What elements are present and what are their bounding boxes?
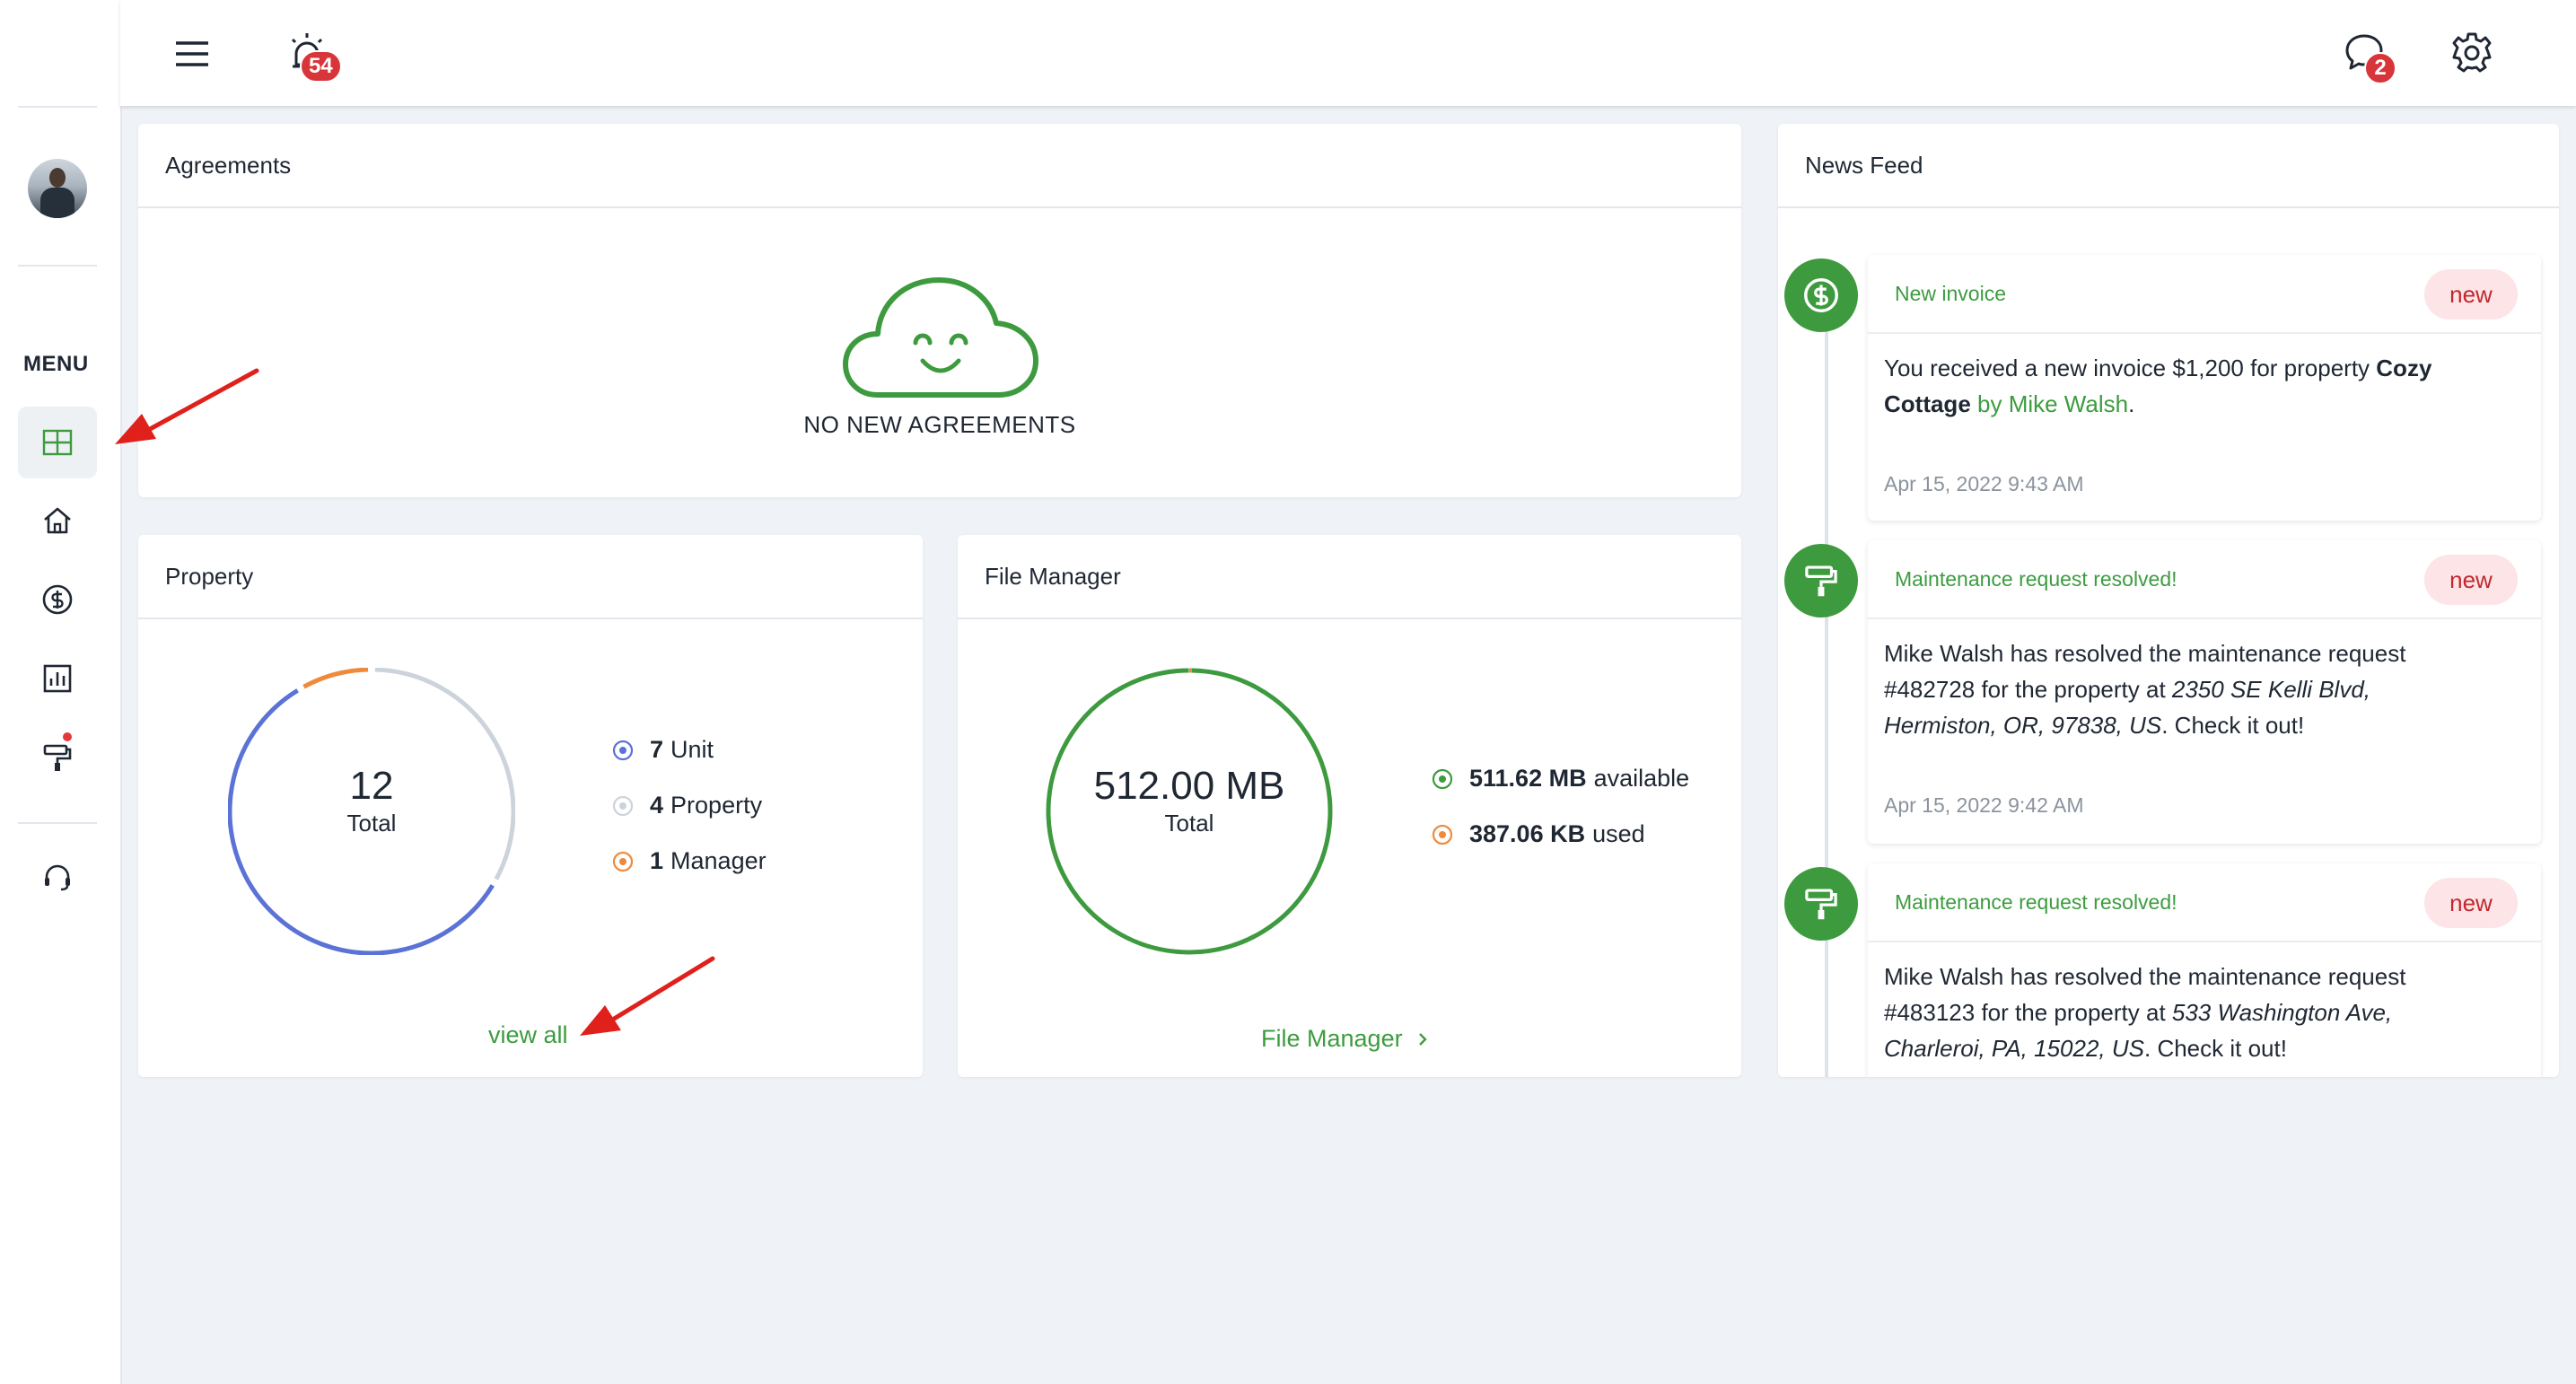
sidebar-item-maintenance[interactable] [18, 722, 97, 793]
dashboard-icon [42, 429, 73, 456]
gear-icon [2452, 32, 2492, 73]
menu-label: MENU [23, 352, 89, 376]
feed-item-title: New invoice [1895, 282, 2006, 305]
paint-roller-icon [43, 744, 72, 771]
file-manager-card: File Manager 512.00 MB Total 511.62 MB a… [958, 535, 1741, 1077]
sidebar-divider [18, 106, 97, 108]
property-total-label: Total [346, 810, 397, 837]
feed-icon-maintenance [1784, 867, 1858, 941]
view-all-link[interactable]: view all [488, 1021, 568, 1049]
sidebar-divider [18, 265, 97, 267]
alert-dot [63, 732, 72, 741]
legend-unit: 7 Unit [612, 736, 714, 764]
sidebar-item-payments[interactable] [18, 564, 97, 635]
new-badge: new [2424, 878, 2518, 928]
feed-item-time: Apr 15, 2022 9:42 AM [1884, 793, 2084, 817]
legend-marker-icon [612, 795, 634, 816]
news-feed-card: News Feed New invoice new You received a… [1778, 124, 2559, 1077]
file-manager-title: File Manager [958, 535, 1741, 619]
property-total: 12 Total [282, 766, 461, 837]
legend-property: 4 Property [612, 792, 762, 819]
dollar-icon [42, 584, 73, 615]
home-icon [44, 507, 71, 534]
feed-item[interactable]: Maintenance request resolved! new Mike W… [1868, 863, 2541, 1077]
hamburger-menu-button[interactable] [165, 27, 219, 81]
message-count-badge: 2 [2364, 52, 2396, 84]
legend-marker-icon [612, 851, 634, 872]
storage-total: 512.00 MB Total [1077, 766, 1301, 837]
legend-label: used [1592, 820, 1645, 847]
feed-item-title: Maintenance request resolved! [1895, 890, 2177, 914]
agreements-card: Agreements NO NEW AGREEMENTS [138, 124, 1741, 497]
paint-roller-icon [1805, 565, 1837, 597]
legend-count: 4 [650, 792, 664, 819]
legend-amount: 511.62 MB [1469, 765, 1587, 792]
storage-total-label: Total [1164, 810, 1214, 837]
feed-item[interactable]: New invoice new You received a new invoi… [1868, 255, 2541, 521]
property-card: Property 12 Total 7 Unit 4 Property 1 Ma… [138, 535, 923, 1077]
chevron-right-icon [1418, 1032, 1427, 1046]
news-feed-title: News Feed [1778, 124, 2559, 208]
notifications-button[interactable]: 54 [280, 25, 342, 83]
settings-button[interactable] [2445, 25, 2499, 79]
headset-icon [45, 864, 70, 891]
new-badge: new [2424, 555, 2518, 605]
feed-item-time: Apr 15, 2022 9:43 AM [1884, 472, 2084, 495]
feed-item-text: Mike Walsh has resolved the maintenance … [1884, 963, 2406, 1062]
legend-used: 387.06 KB used [1432, 820, 1645, 848]
happy-cloud-icon [843, 277, 1038, 398]
hamburger-icon [176, 41, 208, 66]
bar-chart-icon [43, 664, 72, 693]
legend-count: 7 [650, 736, 664, 763]
sidebar-divider [18, 822, 97, 824]
legend-label: Manager [670, 847, 767, 874]
sidebar: MENU [0, 0, 122, 1384]
property-total-value: 12 [349, 764, 394, 808]
storage-total-value: 512.00 MB [1093, 764, 1285, 808]
feed-item[interactable]: Maintenance request resolved! new Mike W… [1868, 540, 2541, 844]
sidebar-item-properties[interactable] [18, 485, 97, 556]
feed-icon-invoice [1784, 258, 1858, 332]
property-title: Property [138, 535, 923, 619]
dollar-icon [1804, 278, 1838, 312]
feed-icon-maintenance [1784, 544, 1858, 618]
feed-item-text: Mike Walsh has resolved the maintenance … [1884, 640, 2406, 739]
legend-amount: 387.06 KB [1469, 820, 1586, 847]
paint-roller-icon [1805, 889, 1837, 920]
avatar[interactable] [28, 159, 87, 218]
agreements-title: Agreements [138, 124, 1741, 208]
legend-marker-icon [612, 740, 634, 760]
new-badge: new [2424, 269, 2518, 320]
no-agreements-text: NO NEW AGREEMENTS [803, 411, 1076, 438]
file-manager-link-label: File Manager [1261, 1025, 1403, 1052]
legend-label: available [1593, 765, 1690, 792]
sidebar-item-support[interactable] [18, 842, 97, 914]
messages-button[interactable]: 2 [2337, 25, 2396, 84]
feed-item-text: You received a new invoice $1,200 for pr… [1884, 355, 2432, 417]
legend-available: 511.62 MB available [1432, 765, 1689, 793]
timeline-line [1825, 312, 1828, 1077]
donut-segment-manager [302, 668, 369, 689]
legend-label: Property [670, 792, 763, 819]
annotation-arrow-icon [115, 368, 259, 444]
sidebar-item-dashboard[interactable] [18, 407, 97, 478]
notification-count-badge: 54 [300, 50, 342, 83]
legend-label: Unit [670, 736, 714, 763]
sidebar-item-reports[interactable] [18, 643, 97, 714]
legend-marker-icon [1432, 824, 1453, 845]
feed-item-title: Maintenance request resolved! [1895, 567, 2177, 591]
file-manager-link[interactable]: File Manager [1261, 1025, 1432, 1053]
legend-count: 1 [650, 847, 664, 874]
annotation-arrow-icon [580, 956, 715, 1036]
legend-marker-icon [1432, 768, 1453, 789]
top-bar: 54 2 [120, 0, 2576, 106]
legend-manager: 1 Manager [612, 847, 767, 875]
